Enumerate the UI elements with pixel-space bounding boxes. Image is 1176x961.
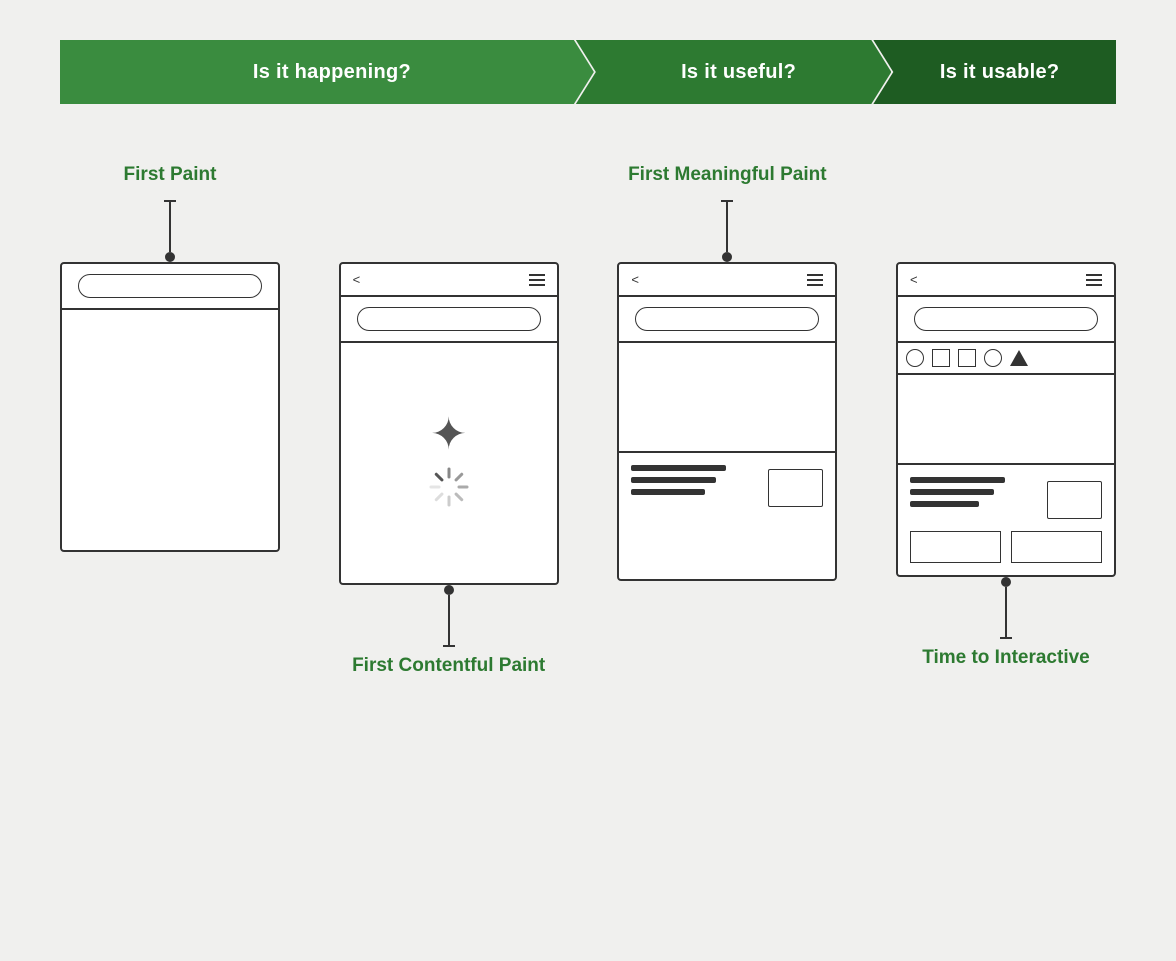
phone-fcp: < ✦ (339, 262, 559, 585)
phone-col-tti: < (896, 164, 1116, 669)
banner-segment-1: Is it happening? (60, 40, 594, 104)
phone2-search (357, 307, 541, 331)
phone4-text-line-2 (910, 489, 994, 495)
connector-fmp-top (721, 200, 733, 262)
phone3-text-line-1 (631, 465, 726, 471)
phone3-navbar: < (619, 264, 835, 297)
banner: Is it happening? Is it useful? Is it usa… (60, 40, 1116, 104)
phone3-spacer (619, 519, 835, 579)
banner-label-2: Is it useful? (671, 61, 796, 84)
tab-icon-square-1 (932, 349, 950, 367)
phone4-btn-outline-1 (910, 531, 1001, 563)
hamburger4-line-3 (1086, 284, 1102, 286)
tick-tti-bottom (1000, 637, 1012, 639)
phone4-text-line-3 (910, 501, 979, 507)
hamburger3-line-2 (807, 279, 823, 281)
connector-top-first-paint (164, 200, 176, 262)
banner-segment-3: Is it usable? (873, 40, 1116, 104)
phone4-content-area (898, 465, 1114, 531)
line-fcp-bottom (448, 595, 450, 645)
tab-icon-triangle (1010, 350, 1028, 366)
loading-spinner: ✦ (430, 413, 467, 457)
tab-icon-square-2 (958, 349, 976, 367)
label-fmp: First Meaningful Paint (628, 164, 826, 192)
dot-fmp (722, 252, 732, 262)
phone4-navbar: < (898, 264, 1114, 297)
phone3-search (635, 307, 819, 331)
hamburger-line-3 (529, 284, 545, 286)
hamburger4-line-2 (1086, 279, 1102, 281)
phone1-body (62, 310, 278, 550)
phone2-hamburger (529, 274, 545, 286)
line-tti-bottom (1005, 587, 1007, 637)
hamburger3-line-1 (807, 274, 823, 276)
connector-fcp-bottom (443, 585, 455, 647)
phone4-tabbar (898, 343, 1114, 375)
phone-col-first-paint: First Paint (60, 164, 280, 552)
label-first-paint: First Paint (124, 164, 217, 192)
phone3-btn (768, 469, 823, 507)
phone1-header (62, 264, 278, 310)
phone4-bottom-buttons (898, 531, 1114, 575)
phone3-content-area (619, 453, 835, 519)
banner-label-3: Is it usable? (930, 61, 1060, 84)
phone4-text-lines (910, 477, 1016, 507)
hamburger-line-1 (529, 274, 545, 276)
phone3-search-row (619, 297, 835, 343)
phone4-hamburger (1086, 274, 1102, 286)
dot-first-paint (165, 252, 175, 262)
phone-first-paint (60, 262, 280, 552)
spinner-visual (423, 461, 475, 513)
phone3-text-line-3 (631, 489, 705, 495)
phone-col-fcp: < ✦ (339, 164, 559, 677)
phone3-text-line-2 (631, 477, 715, 483)
phone4-search (914, 307, 1098, 331)
phone4-btn (1047, 481, 1102, 519)
label-tti-above-spacer (1003, 164, 1008, 192)
phone-tti: < (896, 262, 1116, 577)
phone2-body: ✦ (341, 343, 557, 583)
phone4-back-icon: < (910, 272, 918, 287)
phone3-image-area (619, 343, 835, 453)
connector-tti-bottom (1000, 577, 1012, 639)
hamburger-line-2 (529, 279, 545, 281)
label-fcp: First Contentful Paint (352, 655, 545, 677)
phone3-hamburger (807, 274, 823, 286)
phone4-btn-outline-2 (1011, 531, 1102, 563)
phone3-back-icon: < (631, 272, 639, 287)
phone2-back-icon: < (353, 272, 361, 287)
banner-segment-2: Is it useful? (576, 40, 891, 104)
phone4-image-area (898, 375, 1114, 465)
phone-col-fmp: First Meaningful Paint < (617, 164, 837, 581)
phone4-text-line-1 (910, 477, 1005, 483)
dot-tti-bottom (1001, 577, 1011, 587)
label-tti: Time to Interactive (922, 647, 1090, 669)
phone-diagrams: First Paint < (60, 164, 1116, 677)
phone4-search-row (898, 297, 1114, 343)
line-first-paint (169, 202, 171, 252)
label-fcp-above (446, 164, 451, 192)
phone2-search-row (341, 297, 557, 343)
dot-fcp-bottom (444, 585, 454, 595)
tab-icon-circle-2 (984, 349, 1002, 367)
spinner-svg (423, 461, 475, 513)
tick-fcp-bottom (443, 645, 455, 647)
phone2-navbar: < (341, 264, 557, 297)
phone1-search (78, 274, 262, 298)
banner-label-1: Is it happening? (243, 61, 411, 84)
line-fmp (726, 202, 728, 252)
phone-fmp: < (617, 262, 837, 581)
hamburger4-line-1 (1086, 274, 1102, 276)
phone3-text-lines (631, 465, 737, 495)
hamburger3-line-3 (807, 284, 823, 286)
tab-icon-circle-1 (906, 349, 924, 367)
